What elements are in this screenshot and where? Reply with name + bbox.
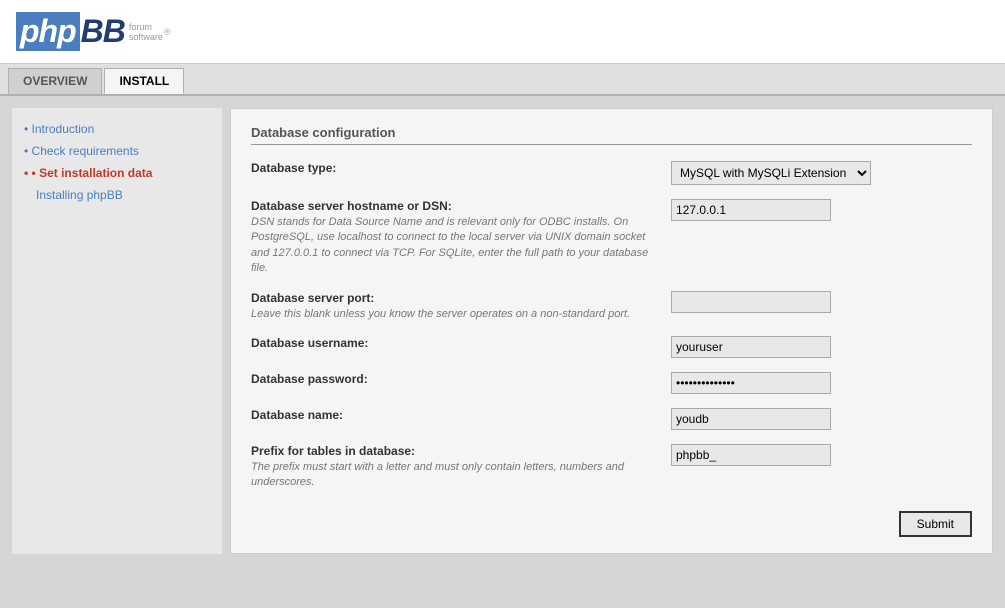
label-db-name-text: Database name: — [251, 408, 655, 422]
control-db-prefix — [671, 444, 972, 466]
logo-trademark: ® — [164, 27, 171, 37]
field-db-type: Database type: MySQL with MySQLi Extensi… — [251, 161, 972, 185]
sidebar: Introduction Check requirements • Set in… — [12, 108, 222, 554]
tabs-bar: OVERVIEW INSTALL — [0, 64, 1005, 96]
sidebar-link-check-requirements[interactable]: Check requirements — [32, 144, 139, 158]
control-db-port — [671, 291, 972, 313]
label-db-name: Database name: — [251, 408, 671, 422]
control-db-type: MySQL with MySQLi Extension MySQL Postgr… — [671, 161, 972, 185]
tab-overview[interactable]: OVERVIEW — [8, 68, 102, 94]
control-db-hostname — [671, 199, 972, 221]
field-db-name: Database name: — [251, 408, 972, 430]
field-db-hostname: Database server hostname or DSN: DSN sta… — [251, 199, 972, 277]
submit-row: Submit — [251, 511, 972, 537]
logo-php: php — [16, 12, 80, 51]
control-db-name — [671, 408, 972, 430]
desc-db-hostname: DSN stands for Data Source Name and is r… — [251, 215, 655, 277]
input-db-name[interactable] — [671, 408, 831, 430]
submit-button[interactable]: Submit — [899, 511, 972, 537]
sidebar-link-introduction[interactable]: Introduction — [32, 122, 95, 136]
label-db-password: Database password: — [251, 372, 671, 386]
tab-install[interactable]: INSTALL — [104, 68, 184, 94]
sidebar-label-set-installation-data: Set installation data — [39, 166, 152, 180]
sidebar-item-introduction[interactable]: Introduction — [20, 120, 214, 138]
field-db-prefix: Prefix for tables in database: The prefi… — [251, 444, 972, 491]
sidebar-item-installing-phpbb[interactable]: Installing phpBB — [20, 186, 214, 204]
input-db-hostname[interactable] — [671, 199, 831, 221]
section-title: Database configuration — [251, 125, 972, 145]
control-db-username — [671, 336, 972, 358]
label-db-prefix-text: Prefix for tables in database: — [251, 444, 655, 458]
label-db-hostname-text: Database server hostname or DSN: — [251, 199, 655, 213]
input-db-password[interactable] — [671, 372, 831, 394]
content-area: Database configuration Database type: My… — [230, 108, 993, 554]
label-db-type-text: Database type: — [251, 161, 655, 175]
label-db-prefix: Prefix for tables in database: The prefi… — [251, 444, 671, 491]
label-db-type: Database type: — [251, 161, 671, 175]
desc-db-prefix: The prefix must start with a letter and … — [251, 460, 655, 491]
label-db-username: Database username: — [251, 336, 671, 350]
label-db-hostname: Database server hostname or DSN: DSN sta… — [251, 199, 671, 277]
input-db-username[interactable] — [671, 336, 831, 358]
control-db-password — [671, 372, 972, 394]
label-db-username-text: Database username: — [251, 336, 655, 350]
field-db-username: Database username: — [251, 336, 972, 358]
desc-db-port: Leave this blank unless you know the ser… — [251, 307, 655, 322]
sidebar-item-check-requirements[interactable]: Check requirements — [20, 142, 214, 160]
select-db-type[interactable]: MySQL with MySQLi Extension MySQL Postgr… — [671, 161, 871, 185]
label-db-port: Database server port: Leave this blank u… — [251, 291, 671, 322]
main-layout: Introduction Check requirements • Set in… — [0, 96, 1005, 566]
sidebar-item-set-installation-data: • Set installation data — [20, 164, 214, 182]
input-db-port[interactable] — [671, 291, 831, 313]
sidebar-active-bullet: • — [32, 166, 40, 180]
logo-subtitle-software: software — [129, 32, 163, 42]
header: phpBB forum software ® — [0, 0, 1005, 64]
logo-bb: BB — [81, 13, 125, 50]
logo-subtitle-forum: forum — [129, 22, 163, 32]
field-db-port: Database server port: Leave this blank u… — [251, 291, 972, 322]
field-db-password: Database password: — [251, 372, 972, 394]
label-db-password-text: Database password: — [251, 372, 655, 386]
label-db-port-text: Database server port: — [251, 291, 655, 305]
sidebar-link-installing-phpbb[interactable]: Installing phpBB — [36, 188, 123, 202]
logo-subtitle: forum software — [129, 22, 163, 42]
logo: phpBB forum software ® — [16, 12, 171, 51]
input-db-prefix[interactable] — [671, 444, 831, 466]
